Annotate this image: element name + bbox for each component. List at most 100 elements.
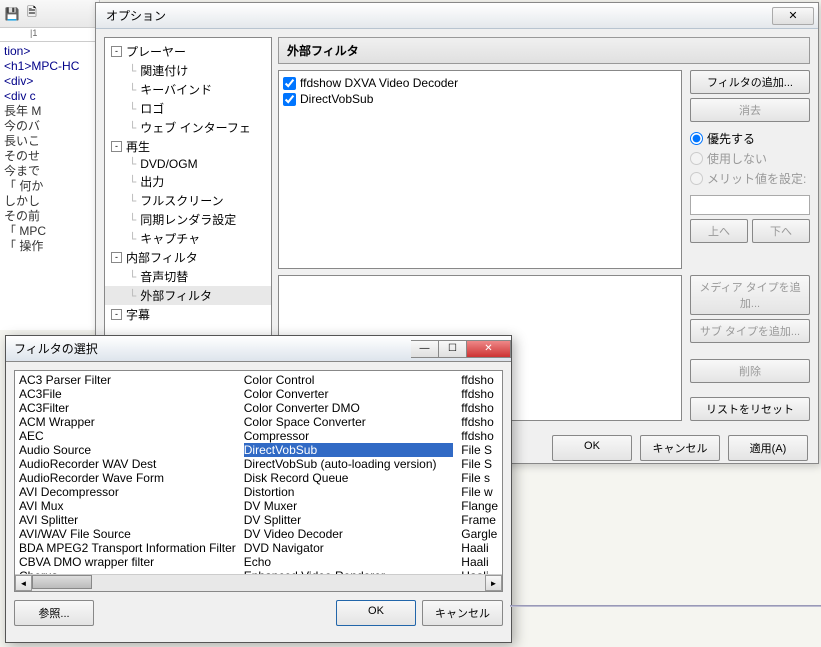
list-item[interactable]: Haali — [461, 541, 498, 555]
list-item[interactable]: AC3Filter — [19, 401, 236, 415]
list-item[interactable]: ffdsho — [461, 415, 498, 429]
list-item[interactable]: Flange — [461, 499, 498, 513]
list-item[interactable]: AVI/WAV File Source — [19, 527, 236, 541]
list-item[interactable]: DVD Navigator — [244, 541, 454, 555]
horizontal-scrollbar[interactable]: ◄ ► — [15, 574, 502, 591]
maximize-button[interactable]: ☐ — [439, 340, 467, 358]
list-item[interactable]: AEC — [19, 429, 236, 443]
list-item[interactable]: AVI Decompressor — [19, 485, 236, 499]
filter-checkbox[interactable] — [283, 77, 296, 90]
list-item[interactable]: Frame — [461, 513, 498, 527]
list-item[interactable]: ACM Wrapper — [19, 415, 236, 429]
list-item[interactable]: File w — [461, 485, 498, 499]
list-item[interactable]: DV Video Decoder — [244, 527, 454, 541]
scroll-left-icon[interactable]: ◄ — [15, 575, 32, 591]
list-item[interactable]: File S — [461, 457, 498, 471]
tree-item[interactable]: └ウェブ インターフェ — [105, 118, 271, 137]
tree-item[interactable]: -再生 — [105, 137, 271, 156]
editor-content: tion><h1>MPC-HC<div> <div c 長年 M 今のバ 長いこ… — [0, 42, 99, 256]
list-item[interactable]: ffdsho — [461, 373, 498, 387]
tree-item[interactable]: └フルスクリーン — [105, 191, 271, 210]
tree-item[interactable]: └外部フィルタ — [105, 286, 271, 305]
list-item[interactable]: Disk Record Queue — [244, 471, 454, 485]
list-item[interactable]: Color Converter — [244, 387, 454, 401]
tree-item[interactable]: └出力 — [105, 172, 271, 191]
options-titlebar[interactable]: オプション ✕ — [96, 3, 818, 29]
tree-item[interactable]: -内部フィルタ — [105, 248, 271, 267]
list-item[interactable]: ffdsho — [461, 429, 498, 443]
list-item[interactable]: Compressor — [244, 429, 454, 443]
tree-item[interactable]: -プレーヤー — [105, 42, 271, 61]
list-item[interactable]: DirectVobSub — [244, 443, 454, 457]
radio-prefer[interactable]: 優先する — [690, 130, 810, 147]
remove-filter-button[interactable]: 消去 — [690, 98, 810, 122]
add-media-type-button[interactable]: メディア タイプを追加... — [690, 275, 810, 315]
filter-selection-list[interactable]: AC3 Parser FilterAC3FileAC3FilterACM Wra… — [14, 370, 503, 592]
filter-row[interactable]: ffdshow DXVA Video Decoder — [283, 75, 677, 91]
list-item[interactable]: AVI Mux — [19, 499, 236, 513]
apply-button[interactable]: 適用(A) — [728, 435, 808, 461]
delete-type-button[interactable]: 削除 — [690, 359, 810, 383]
tree-item[interactable]: └キャプチャ — [105, 229, 271, 248]
list-item[interactable]: Color Control — [244, 373, 454, 387]
list-item[interactable]: Distortion — [244, 485, 454, 499]
list-item[interactable]: Haali — [461, 555, 498, 569]
save-icon[interactable]: 💾 — [4, 6, 20, 22]
filter-row[interactable]: DirectVobSub — [283, 91, 677, 107]
move-up-button[interactable]: 上へ — [690, 219, 748, 243]
list-item[interactable]: DirectVobSub (auto-loading version) — [244, 457, 454, 471]
tree-toggle-icon[interactable]: - — [111, 252, 122, 263]
tree-item[interactable]: └関連付け — [105, 61, 271, 80]
tree-item[interactable]: └同期レンダラ設定 — [105, 210, 271, 229]
list-item[interactable]: AC3 Parser Filter — [19, 373, 236, 387]
merit-input[interactable] — [690, 195, 810, 215]
list-item[interactable]: DV Splitter — [244, 513, 454, 527]
list-item[interactable]: Audio Source — [19, 443, 236, 457]
filter-select-titlebar[interactable]: フィルタの選択 — ☐ ✕ — [6, 336, 511, 362]
tree-item[interactable]: └キーバインド — [105, 80, 271, 99]
list-item[interactable]: ffdsho — [461, 401, 498, 415]
list-item[interactable]: Color Space Converter — [244, 415, 454, 429]
reset-list-button[interactable]: リストをリセット — [690, 397, 810, 421]
list-item[interactable]: AudioRecorder WAV Dest — [19, 457, 236, 471]
print-icon[interactable]: 🗎 — [24, 6, 40, 22]
add-filter-button[interactable]: フィルタの追加... — [690, 70, 810, 94]
cancel-button[interactable]: キャンセル — [640, 435, 720, 461]
list-item[interactable]: File s — [461, 471, 498, 485]
close-button[interactable]: ✕ — [772, 7, 814, 25]
list-item[interactable]: AVI Splitter — [19, 513, 236, 527]
list-item[interactable]: AudioRecorder Wave Form — [19, 471, 236, 485]
radio-dontuse[interactable]: 使用しない — [690, 150, 810, 167]
list-item[interactable]: BDA MPEG2 Transport Information Filter — [19, 541, 236, 555]
minimize-button[interactable]: — — [411, 340, 439, 358]
filter-cancel-button[interactable]: キャンセル — [422, 600, 503, 626]
radio-merit[interactable]: メリット値を設定: — [690, 170, 810, 187]
ok-button[interactable]: OK — [552, 435, 632, 461]
tree-item[interactable]: -字幕 — [105, 305, 271, 324]
list-item[interactable]: AC3File — [19, 387, 236, 401]
tree-label: 音声切替 — [140, 268, 188, 285]
tree-toggle-icon[interactable]: - — [111, 141, 122, 152]
external-filter-list[interactable]: ffdshow DXVA Video DecoderDirectVobSub — [278, 70, 682, 269]
list-item[interactable]: Gargle — [461, 527, 498, 541]
scroll-right-icon[interactable]: ► — [485, 575, 502, 591]
browse-button[interactable]: 参照... — [14, 600, 94, 626]
add-sub-type-button[interactable]: サブ タイプを追加... — [690, 319, 810, 343]
list-item[interactable]: ffdsho — [461, 387, 498, 401]
tree-item[interactable]: └ロゴ — [105, 99, 271, 118]
tree-toggle-icon[interactable]: - — [111, 46, 122, 57]
list-item[interactable]: Echo — [244, 555, 454, 569]
list-item[interactable]: DV Muxer — [244, 499, 454, 513]
scrollbar-thumb[interactable] — [32, 575, 92, 589]
tree-toggle-icon[interactable]: - — [111, 309, 122, 320]
list-item[interactable]: Color Converter DMO — [244, 401, 454, 415]
tree-item[interactable]: └音声切替 — [105, 267, 271, 286]
close-icon[interactable]: ✕ — [467, 340, 511, 358]
list-item[interactable]: File S — [461, 443, 498, 457]
scrollbar-track[interactable] — [32, 575, 485, 591]
move-down-button[interactable]: 下へ — [752, 219, 810, 243]
list-item[interactable]: CBVA DMO wrapper filter — [19, 555, 236, 569]
tree-item[interactable]: └DVD/OGM — [105, 156, 271, 172]
filter-checkbox[interactable] — [283, 93, 296, 106]
filter-ok-button[interactable]: OK — [336, 600, 416, 626]
